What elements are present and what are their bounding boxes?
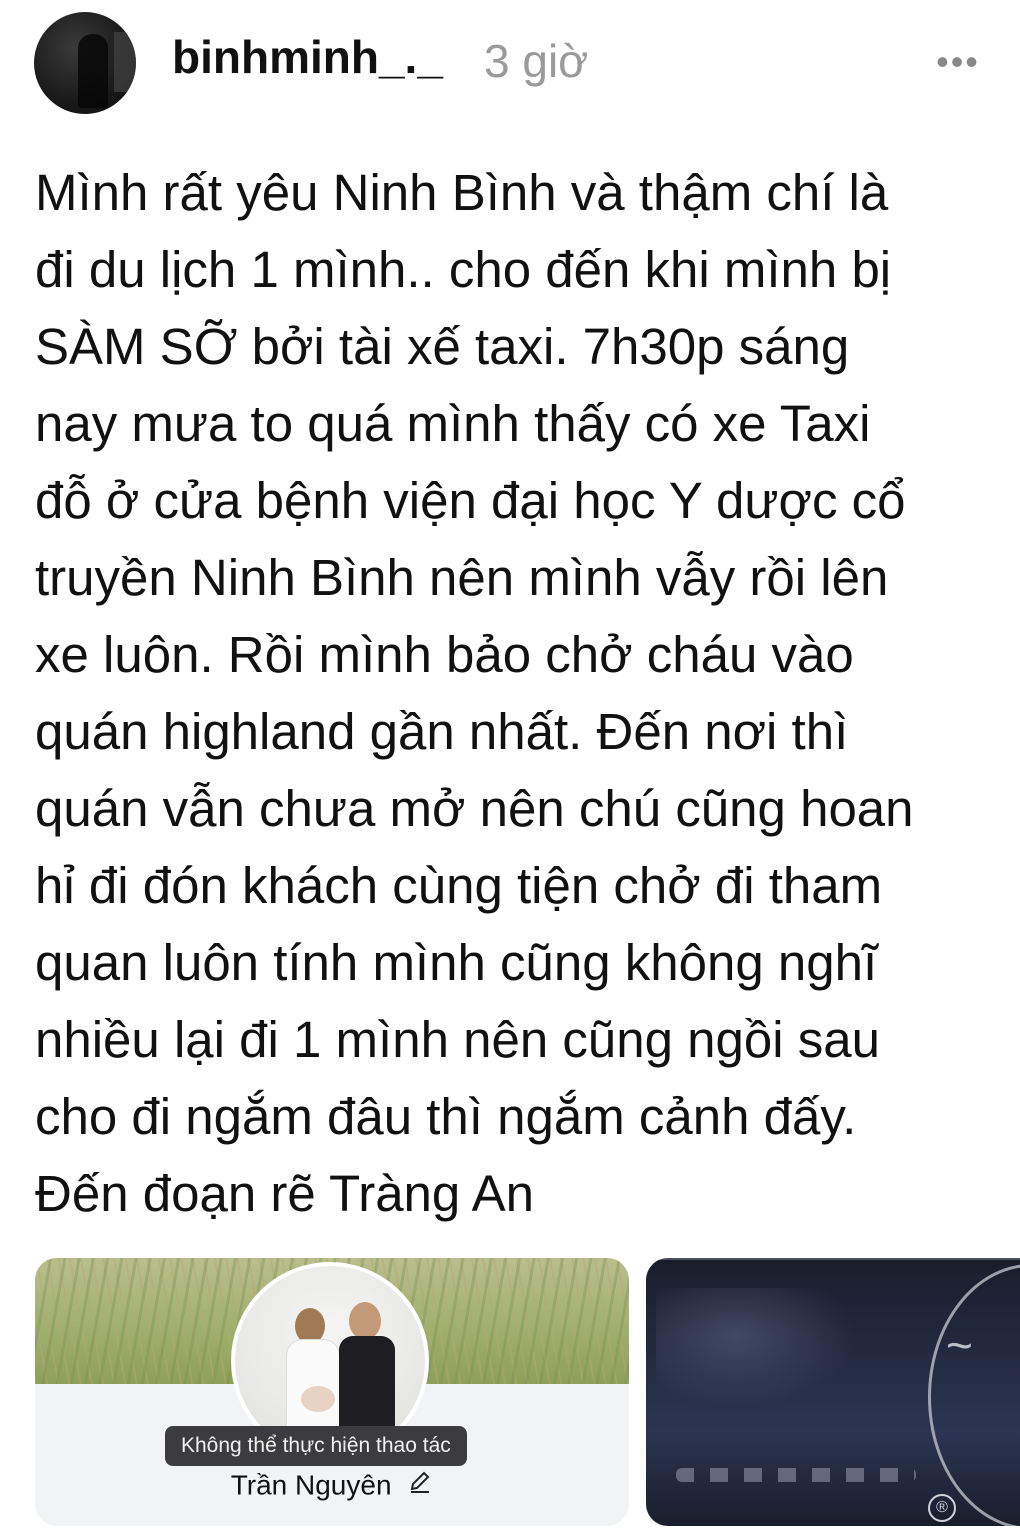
profile-card-attachment[interactable]: Không thể thực hiện thao tác Trần Nguyên [35, 1258, 629, 1526]
pencil-icon[interactable] [407, 1469, 433, 1502]
photo-attachment[interactable]: ~ ® [646, 1258, 1020, 1526]
logo-glyph: ~ [946, 1319, 973, 1371]
photo-glare [656, 1288, 856, 1408]
groom-head [349, 1302, 381, 1340]
post-time: 3 giờ [484, 35, 589, 87]
avatar-background [114, 32, 136, 92]
username[interactable]: binhminh_._ [172, 34, 443, 80]
bouquet [301, 1386, 335, 1412]
street-lights [676, 1468, 916, 1482]
post-body: Mình rất yêu Ninh Bình và thậm chí là đi… [35, 164, 914, 1222]
bride-head [295, 1308, 325, 1344]
avatar[interactable] [34, 12, 136, 114]
logo-ring [928, 1264, 1020, 1526]
profile-name-row: Trần Nguyên [35, 1468, 629, 1502]
avatar-figure [78, 34, 108, 108]
error-toast: Không thể thực hiện thao tác [165, 1426, 467, 1466]
profile-name: Trần Nguyên [230, 1469, 392, 1501]
photo-frame [646, 1258, 1020, 1260]
registered-mark: ® [928, 1494, 956, 1522]
more-options-icon[interactable]: ••• [934, 42, 982, 82]
